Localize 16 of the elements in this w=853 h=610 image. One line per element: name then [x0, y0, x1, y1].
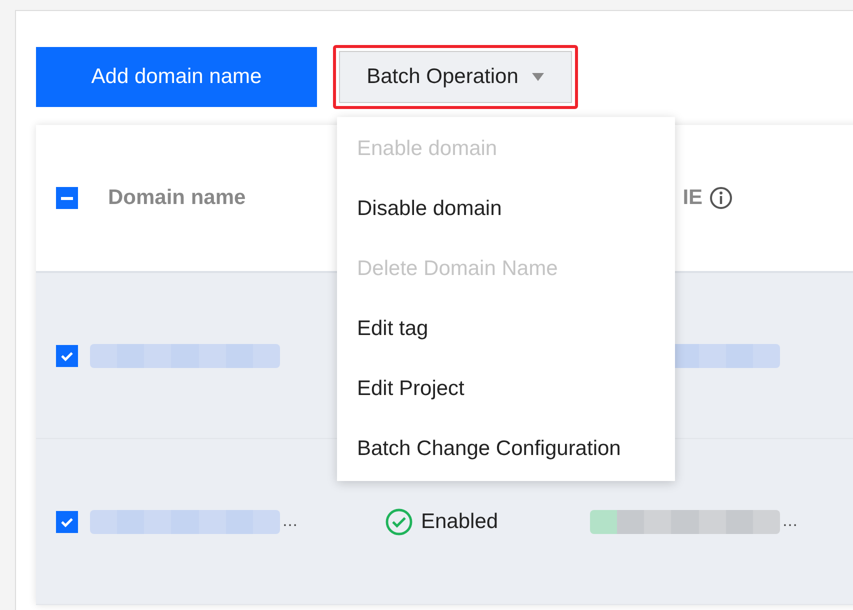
add-domain-button[interactable]: Add domain name	[36, 47, 317, 107]
menu-item[interactable]: Edit tag	[337, 299, 675, 359]
column-header: Domain name	[108, 185, 246, 212]
caret-icon	[532, 73, 544, 81]
select-all-checkbox[interactable]	[56, 187, 78, 209]
checkbox[interactable]	[56, 510, 78, 532]
status-text: Enabled	[421, 508, 498, 535]
checkbox[interactable]	[56, 344, 78, 366]
menu-item[interactable]: Batch Change Configuration	[337, 419, 675, 479]
menu-item[interactable]: Edit Project	[337, 359, 675, 419]
table-cell-text: …	[782, 512, 798, 532]
check-circle-icon	[385, 508, 413, 536]
batch-operation-button[interactable]: Batch Operation	[339, 51, 572, 103]
column-header: IE	[682, 185, 703, 212]
table-cell-text: …	[282, 512, 298, 532]
menu-item[interactable]: Disable domain	[337, 179, 675, 239]
